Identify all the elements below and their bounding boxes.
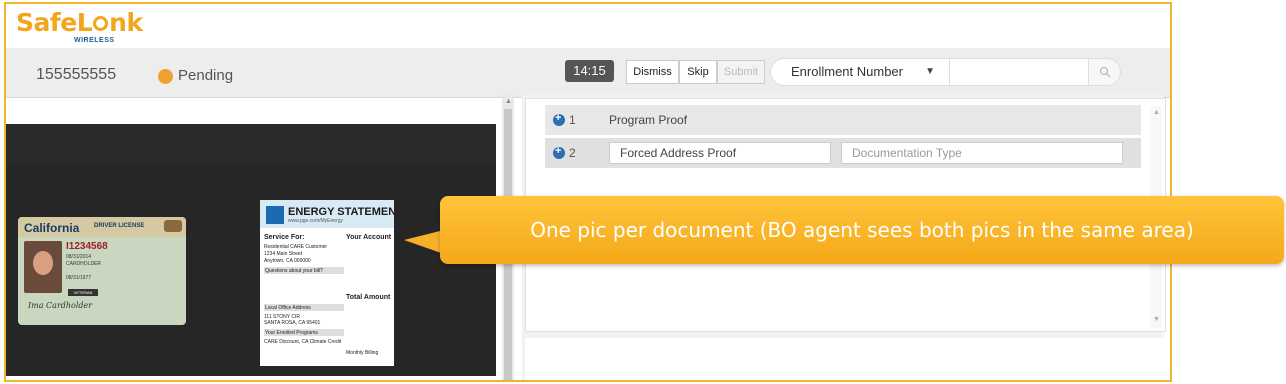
bear-icon [164, 220, 182, 232]
account-number: 155555555 [36, 66, 117, 83]
statement-customer: Residential CARE Customer [264, 244, 328, 250]
document-name-field[interactable]: Forced Address Proof [609, 142, 831, 164]
document-row-1[interactable]: 1 Program Proof [545, 105, 1141, 135]
expand-plus-icon[interactable] [553, 112, 565, 126]
submit-button[interactable]: Submit [717, 60, 765, 84]
document-index: 1 [569, 113, 576, 127]
pge-logo-icon [266, 206, 284, 224]
brand-sub: WIRELESS [74, 37, 115, 44]
statement-local-office: Local Office Address [265, 305, 311, 311]
id-state: California [24, 221, 80, 235]
search-input[interactable] [950, 58, 1090, 86]
expand-plus-icon[interactable] [553, 145, 565, 159]
scroll-down-icon[interactable]: ▼ [1153, 316, 1160, 323]
statement-account: Your Account [346, 234, 392, 241]
statement-programs: Your Enrolled Programs [265, 330, 318, 336]
scroll-up-icon[interactable]: ▲ [505, 98, 512, 105]
logo-ring [93, 16, 109, 31]
statement-address1: 1234 Main Street [264, 251, 303, 257]
brand-name: SafeL nk [16, 8, 143, 37]
id-signature: Ima Cardholder [28, 301, 93, 310]
status-text: Pending [178, 67, 234, 84]
status-dot-icon [158, 69, 173, 84]
id-dob: 08/31/1977 [66, 275, 92, 281]
statement-total: Total Amount [346, 294, 391, 301]
callout-pointer [404, 230, 444, 254]
statement-url: www.pge.com/MyEnergy [288, 218, 344, 224]
energy-statement-image: ENERGY STATEMENT www.pge.com/MyEnergy Se… [260, 200, 394, 366]
lower-panel [525, 338, 1166, 380]
statement-billing: Monthly Billing [346, 350, 379, 356]
statement-questions: Questions about your bill? [265, 268, 323, 274]
id-veteran: VETERAN [68, 289, 98, 296]
callout-text: One pic per document (BO agent sees both… [530, 218, 1194, 242]
skip-button[interactable]: Skip [679, 60, 717, 84]
search-icon [1099, 66, 1111, 78]
id-number: I1234568 [66, 241, 108, 252]
statement-title: ENERGY STATEMENT [288, 206, 394, 218]
search-button[interactable] [1088, 58, 1121, 86]
document-row-2[interactable]: 2 Forced Address Proof Documentation Typ… [545, 138, 1141, 168]
documentation-type-field[interactable]: Documentation Type [841, 142, 1123, 164]
id-photo [24, 241, 62, 293]
document-index: 2 [569, 146, 576, 160]
statement-programs-text: CARE Discount, CA Climate Credit [264, 339, 342, 345]
id-card-image: California DRIVER LICENSE I1234568 08/31… [18, 217, 186, 325]
statement-office2: SANTA ROSA, CA 95401 [264, 320, 321, 326]
statement-service-for: Service For: [264, 234, 305, 241]
annotation-callout: One pic per document (BO agent sees both… [440, 196, 1284, 264]
id-exp: 08/31/2014 [66, 254, 92, 260]
id-type: DRIVER LICENSE [94, 223, 145, 229]
dismiss-button[interactable]: Dismiss [626, 60, 679, 84]
document-label: Program Proof [609, 113, 688, 127]
scroll-up-icon[interactable]: ▲ [1153, 109, 1160, 116]
header-bar: 155555555 Pending 14:15 Dismiss Skip Sub… [6, 48, 1170, 98]
chevron-down-icon: ▼ [925, 66, 935, 77]
search-by-value: Enrollment Number [791, 64, 903, 79]
statement-address2: Anytown, CA 000000 [264, 258, 311, 264]
safelink-logo: SafeL nk WIRELESS [16, 8, 143, 48]
id-name: CARDHOLDER [66, 261, 102, 267]
search-by-select[interactable]: Enrollment Number ▼ [770, 58, 950, 86]
timer-badge: 14:15 [565, 60, 614, 82]
